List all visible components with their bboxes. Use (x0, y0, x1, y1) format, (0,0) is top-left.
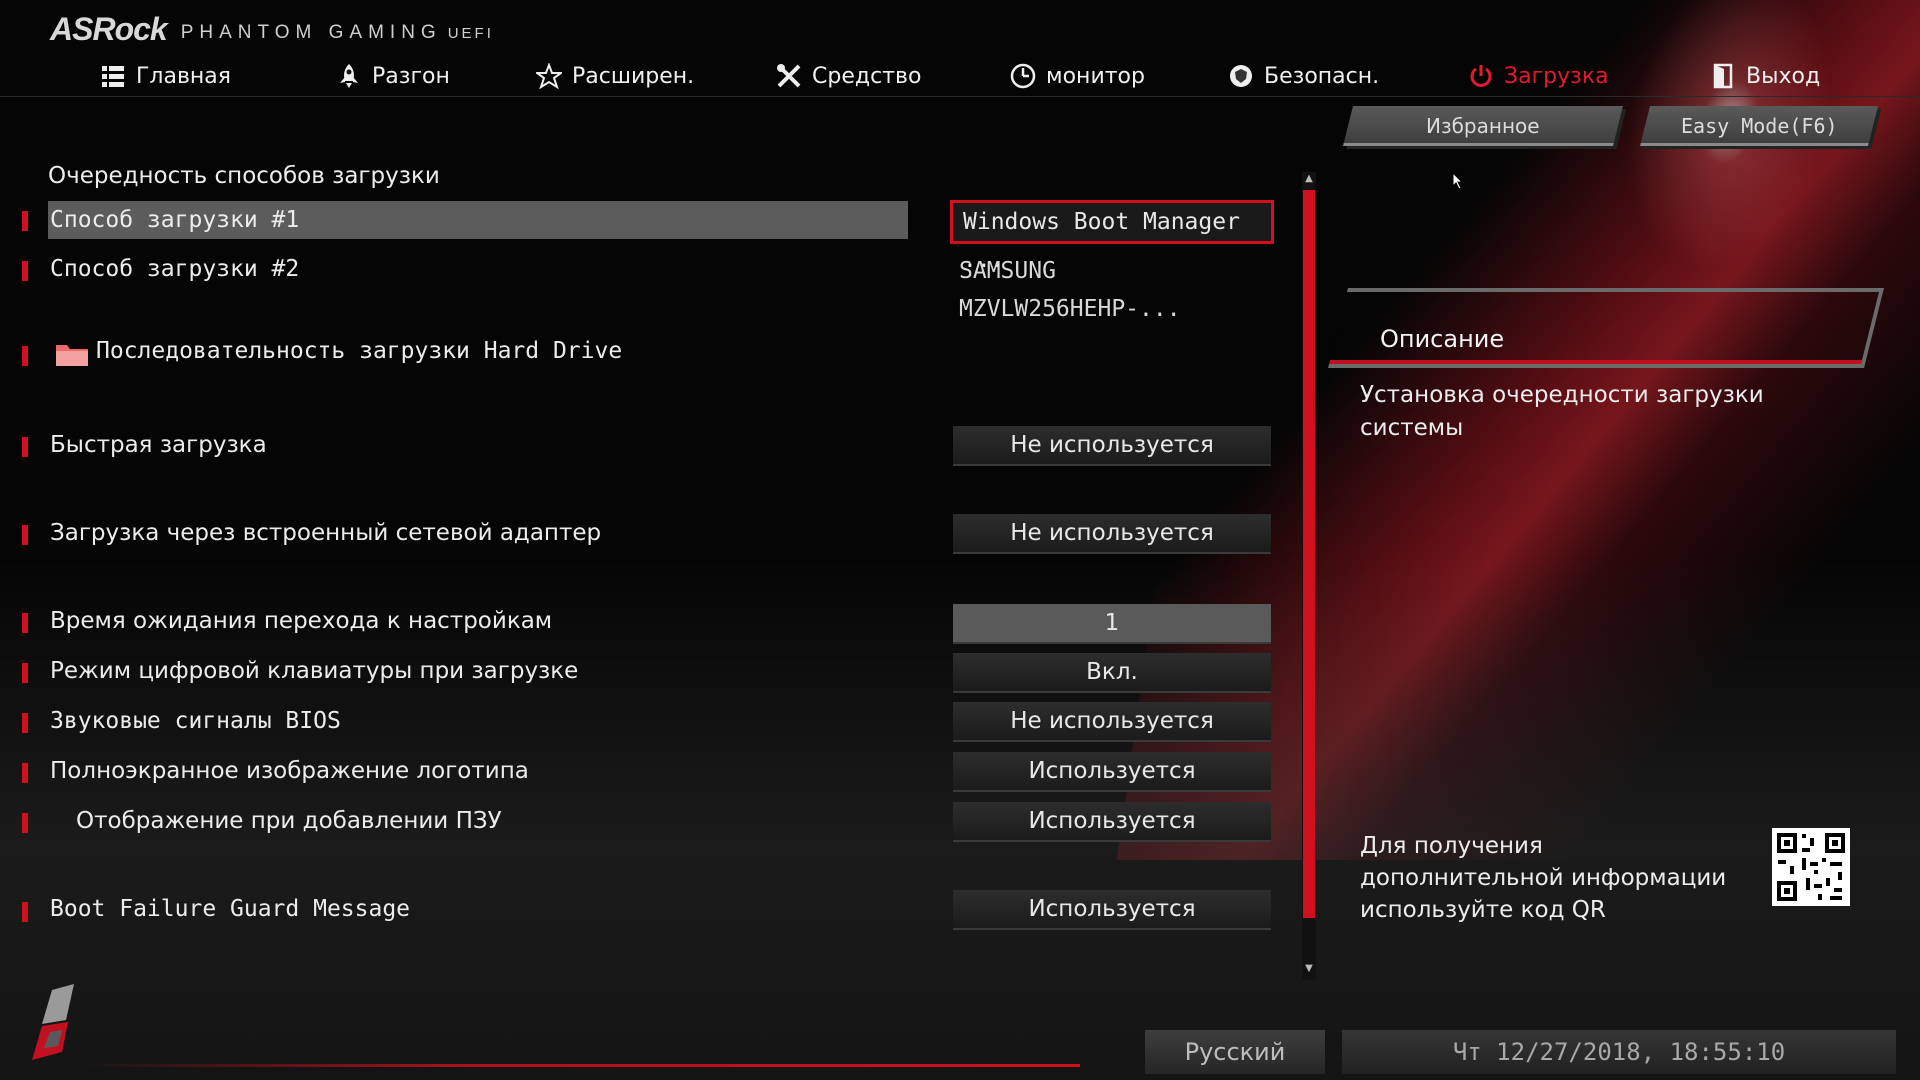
boot-option-1-label[interactable]: Способ загрузки #1 (48, 201, 908, 239)
tab-tool[interactable]: Средство (776, 56, 921, 96)
product-label: PHANTOM GAMING (180, 22, 442, 43)
main-nav: Главная Разгон Расширен. Средство монито… (0, 56, 1920, 97)
uefi-label: UEFI (447, 25, 494, 42)
tab-hw-monitor-label: монитор (1046, 63, 1145, 89)
row-marker (22, 211, 28, 231)
qr-info-text: Для получения дополнительной информации … (1360, 833, 1727, 923)
row-marker (22, 525, 28, 545)
bios-beep-label[interactable]: Звуковые сигналы BIOS (50, 708, 341, 734)
addon-rom-display-label[interactable]: Отображение при добавлении ПЗУ (76, 808, 502, 834)
tab-tool-label: Средство (812, 63, 922, 89)
phantom-gaming-logo (32, 984, 74, 1060)
tab-advanced-label: Расширен. (572, 63, 695, 89)
mouse-cursor-icon (1452, 172, 1464, 190)
tools-icon (777, 64, 801, 88)
addon-rom-display-value[interactable]: Используется (953, 802, 1271, 842)
qr-code-icon (1772, 828, 1850, 906)
tab-exit[interactable]: Выход (1710, 56, 1820, 96)
row-marker (22, 713, 28, 733)
tab-security-label: Безопасн. (1264, 63, 1380, 89)
asrock-logo: ASRock PHANTOM GAMING UEFI (50, 8, 494, 48)
scrollbar-thumb[interactable] (1303, 190, 1315, 918)
row-marker (22, 813, 28, 833)
tab-boot[interactable]: Загрузка (1468, 56, 1609, 96)
tab-security[interactable]: Безопасн. (1228, 56, 1379, 96)
row-marker (22, 663, 28, 683)
fast-boot-value[interactable]: Не используется (953, 426, 1271, 466)
boot-option-2-value[interactable]: SAMSUNG MZVLW256HEHP-... (953, 252, 1277, 322)
onboard-lan-boot-label[interactable]: Загрузка через встроенный сетевой адапте… (50, 520, 601, 546)
tab-main[interactable]: Главная (100, 56, 231, 96)
tab-oc-tweaker-label: Разгон (372, 63, 450, 89)
tab-exit-label: Выход (1746, 63, 1821, 89)
boot-option-1-value[interactable]: Windows Boot Manager ... (950, 200, 1274, 273)
row-marker (22, 437, 28, 457)
bios-beep-value[interactable]: Не используется (953, 702, 1271, 742)
numlock-state-label[interactable]: Режим цифровой клавиатуры при загрузке (50, 658, 578, 684)
monitor-gauge-icon (1010, 63, 1036, 89)
star-icon (536, 63, 562, 89)
boot-failure-guard-value[interactable]: Используется (953, 890, 1271, 930)
full-screen-logo-value[interactable]: Используется (953, 752, 1271, 792)
row-marker (22, 346, 28, 366)
power-icon (1470, 65, 1492, 87)
fast-boot-label[interactable]: Быстрая загрузка (50, 432, 267, 458)
my-favorite-button[interactable]: Избранное (1343, 106, 1623, 146)
brand-name: ASRock (50, 11, 168, 47)
product-name: PHANTOM GAMING UEFI (181, 22, 494, 44)
language-button[interactable]: Русский (1145, 1030, 1325, 1074)
bottom-accent-line (80, 1064, 1080, 1067)
tab-hw-monitor[interactable]: монитор (1010, 56, 1145, 96)
tab-advanced[interactable]: Расширен. (536, 56, 694, 96)
description-title: Описание (1380, 325, 1505, 353)
description-text: Установка очередности загрузки системы (1360, 382, 1764, 441)
full-screen-logo-label[interactable]: Полноэкранное изображение логотипа (50, 758, 529, 784)
tab-oc-tweaker[interactable]: Разгон (336, 56, 450, 96)
setup-prompt-timeout-input[interactable]: 1 (953, 604, 1271, 644)
numlock-state-value[interactable]: Вкл. (953, 653, 1271, 693)
list-icon (102, 66, 124, 87)
shield-icon (1230, 65, 1252, 87)
row-marker (22, 902, 28, 922)
boot-failure-guard-label[interactable]: Boot Failure Guard Message (50, 896, 410, 922)
section-title: Очередность способов загрузки (48, 163, 440, 189)
easy-mode-label: Easy Mode(F6) (1680, 114, 1838, 138)
tab-main-label: Главная (136, 63, 232, 89)
easy-mode-button[interactable]: Easy Mode(F6) (1640, 106, 1878, 146)
boot-option-2-label[interactable]: Способ загрузки #2 (50, 256, 299, 282)
onboard-lan-boot-value[interactable]: Не используется (953, 514, 1271, 554)
scroll-up-icon[interactable]: ▲ (1302, 172, 1316, 186)
row-marker (22, 763, 28, 783)
my-favorite-label: Избранное (1426, 114, 1540, 138)
date-time-display: Чт 12/27/2018, 18:55:10 (1342, 1030, 1896, 1074)
tab-boot-label: Загрузка (1504, 63, 1609, 89)
exit-door-icon (1713, 63, 1733, 89)
rocket-icon (340, 64, 358, 88)
scroll-down-icon[interactable]: ▼ (1302, 962, 1316, 976)
row-marker (22, 261, 28, 281)
folder-icon (56, 345, 88, 366)
row-marker (22, 613, 28, 633)
setup-prompt-timeout-label[interactable]: Время ожидания перехода к настройкам (50, 608, 552, 634)
hard-drive-boot-order-label[interactable]: Последовательность загрузки Hard Drive (96, 338, 622, 364)
